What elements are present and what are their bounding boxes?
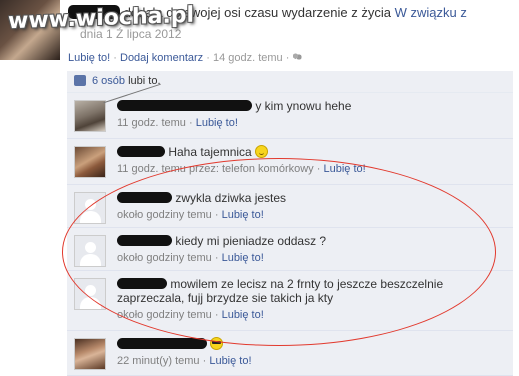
comment-text: Haha tajemnica — [168, 145, 252, 159]
likes-row: 6 osób lubi to. — [67, 71, 513, 93]
comment-item: 22 minut(y) temu · Lubię to! — [67, 331, 513, 376]
comment-meta: około godziny temu · Lubię to! — [117, 308, 507, 322]
redacted-name — [117, 146, 165, 157]
comment-meta: około godziny temu · Lubię to! — [117, 208, 507, 222]
comment-time[interactable]: 11 godz. temu przez: telefon komórkowy — [117, 163, 314, 175]
commenter-avatar[interactable] — [74, 146, 106, 178]
redacted-name — [117, 235, 172, 246]
comment-text: zwykla dziwka jestes — [175, 191, 287, 205]
separator: · — [206, 52, 210, 64]
comment-time[interactable]: około godziny temu — [117, 252, 212, 264]
separator: · — [285, 52, 290, 64]
comment-like-link[interactable]: Lubię to! — [209, 355, 251, 367]
add-comment-link[interactable]: Dodaj komentarz — [120, 52, 203, 64]
comment-like-link[interactable]: Lubię to! — [323, 163, 365, 175]
comment-like-link[interactable]: Lubię to! — [222, 252, 264, 264]
comment-item: Haha tajemnica 11 godz. temu przez: tele… — [67, 139, 513, 185]
smiley-emoticon — [255, 145, 269, 158]
relationship-link[interactable]: W związku z — [395, 5, 467, 20]
comment-body: Haha tajemnica 11 godz. temu przez: tele… — [117, 145, 507, 176]
post-timestamp[interactable]: 14 godz. temu — [213, 52, 283, 64]
comment-time[interactable]: 11 godz. temu — [117, 117, 186, 129]
comment-body: 22 minut(y) temu · Lubię to! — [117, 337, 507, 368]
redacted-name — [117, 338, 207, 349]
comment-item: y kim ynowu hehe 11 godz. temu · Lubię t… — [67, 83, 513, 139]
separator: · — [113, 52, 117, 64]
comment-meta: 11 godz. temu · Lubię to! — [117, 116, 507, 130]
separator: · — [188, 117, 193, 129]
comment-like-link[interactable]: Lubię to! — [196, 117, 238, 129]
comment-item: kiedy mi pieniadze oddasz ? około godzin… — [67, 228, 513, 271]
commenter-avatar[interactable] — [74, 235, 106, 267]
redacted-name — [117, 192, 172, 203]
post-actions: Lubię to! · Dodaj komentarz · 14 godz. t… — [68, 52, 303, 64]
redacted-name — [117, 278, 167, 289]
separator: · — [202, 355, 207, 367]
commenter-avatar[interactable] — [74, 192, 106, 224]
separator: · — [214, 252, 219, 264]
comment-time[interactable]: około godziny temu — [117, 209, 212, 221]
comment-meta: około godziny temu · Lubię to! — [117, 251, 507, 265]
comment-item: zwykla dziwka jestes około godziny temu … — [67, 185, 513, 228]
comment-body: mowilem ze lecisz na 2 frnty to jeszcze … — [117, 277, 507, 322]
commenter-avatar[interactable] — [74, 338, 106, 370]
separator: · — [214, 209, 219, 221]
comment-body: y kim ynowu hehe 11 godz. temu · Lubię t… — [117, 99, 507, 130]
comment-time[interactable]: 22 minut(y) temu — [117, 355, 200, 367]
comment-body: zwykla dziwka jestes około godziny temu … — [117, 191, 507, 222]
commenter-avatar[interactable] — [74, 278, 106, 310]
likes-count-link[interactable]: 6 osób — [92, 75, 125, 87]
comment-time[interactable]: około godziny temu — [117, 309, 212, 321]
comment-text: y kim ynowu hehe — [255, 99, 352, 113]
comment-meta: 11 godz. temu przez: telefon komórkowy ·… — [117, 162, 507, 176]
comment-like-link[interactable]: Lubię to! — [222, 209, 264, 221]
people-icon[interactable] — [292, 53, 303, 62]
sunglasses-emoticon — [210, 337, 224, 350]
thumbs-up-icon — [74, 75, 86, 86]
separator: · — [214, 309, 219, 321]
post-like-link[interactable]: Lubię to! — [68, 52, 110, 64]
comment-like-link[interactable]: Lubię to! — [222, 309, 264, 321]
separator: · — [316, 163, 321, 175]
comment-meta: 22 minut(y) temu · Lubię to! — [117, 354, 507, 368]
comment-item: mowilem ze lecisz na 2 frnty to jeszcze … — [67, 271, 513, 331]
comments-section: 6 osób lubi to. y kim ynowu hehe 11 godz… — [67, 71, 513, 376]
comment-body: kiedy mi pieniadze oddasz ? około godzin… — [117, 234, 507, 265]
commenter-avatar[interactable] — [74, 100, 106, 132]
comment-text: kiedy mi pieniadze oddasz ? — [175, 234, 327, 248]
